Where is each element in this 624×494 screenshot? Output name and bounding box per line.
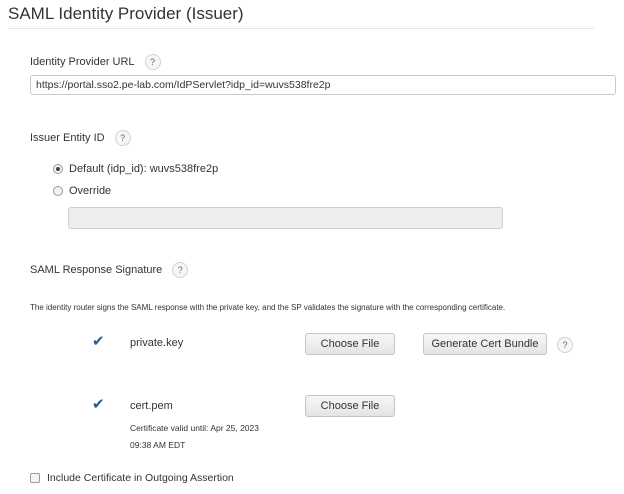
- cert-validity-note: Certificate valid until: Apr 25, 2023 09…: [130, 423, 259, 450]
- issuer-entity-id-label: Issuer Entity ID: [30, 132, 105, 144]
- idp-url-label-row: Identity Provider URL ?: [30, 54, 161, 70]
- issuer-override-input[interactable]: [68, 207, 503, 229]
- signature-label: SAML Response Signature: [30, 264, 163, 276]
- include-cert-checkbox[interactable]: [30, 473, 40, 483]
- private-key-check-icon: ✔: [92, 333, 105, 350]
- signature-help-icon[interactable]: ?: [172, 262, 189, 278]
- cert-filename: cert.pem: [130, 400, 173, 412]
- idp-url-input[interactable]: [30, 75, 616, 95]
- issuer-override-option[interactable]: Override: [53, 185, 111, 197]
- idp-url-label: Identity Provider URL: [30, 56, 135, 68]
- include-cert-label: Include Certificate in Outgoing Assertio…: [47, 472, 234, 484]
- issuer-help-icon[interactable]: ?: [114, 130, 131, 146]
- issuer-label-row: Issuer Entity ID ?: [30, 130, 131, 146]
- private-key-choose-file-button[interactable]: Choose File: [305, 333, 395, 355]
- issuer-default-option[interactable]: Default (idp_id): wuvs538fre2p: [53, 163, 218, 175]
- generate-cert-bundle-button[interactable]: Generate Cert Bundle: [423, 333, 547, 355]
- include-cert-option[interactable]: Include Certificate in Outgoing Assertio…: [30, 472, 234, 484]
- signature-label-row: SAML Response Signature ?: [30, 262, 189, 278]
- cert-check-icon: ✔: [92, 396, 105, 413]
- title-divider: [8, 28, 594, 29]
- signature-description: The identity router signs the SAML respo…: [30, 303, 506, 312]
- generate-cert-help-icon[interactable]: ?: [557, 337, 573, 353]
- issuer-override-radio[interactable]: [53, 186, 63, 196]
- issuer-default-label: Default (idp_id): wuvs538fre2p: [69, 163, 219, 175]
- issuer-override-label: Override: [69, 185, 112, 197]
- cert-choose-file-button[interactable]: Choose File: [305, 395, 395, 417]
- page-title: SAML Identity Provider (Issuer): [8, 4, 244, 23]
- issuer-default-radio[interactable]: [53, 164, 63, 174]
- idp-url-help-icon[interactable]: ?: [144, 54, 161, 70]
- private-key-filename: private.key: [130, 337, 184, 349]
